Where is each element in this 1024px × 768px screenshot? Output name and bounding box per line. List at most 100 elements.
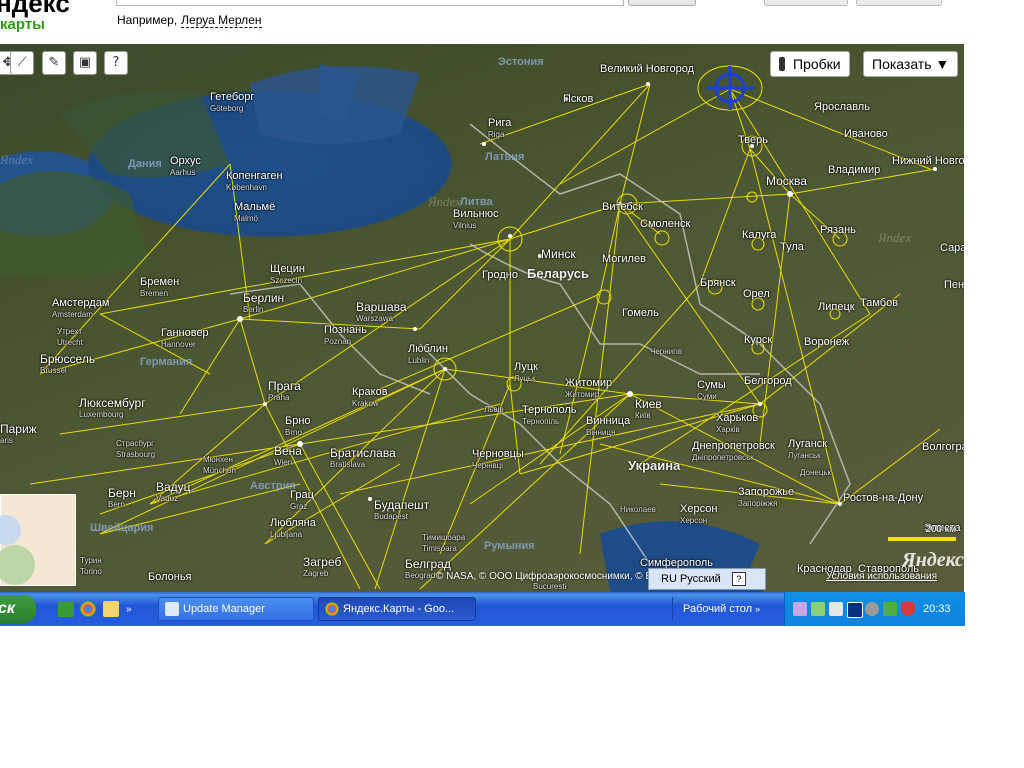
city-label[interactable]: Ростов-на-Дону: [843, 493, 923, 504]
city-label[interactable]: Черновцы Чернівці: [472, 449, 524, 471]
city-label[interactable]: Минск: [541, 248, 576, 260]
city-label[interactable]: Белгород: [744, 376, 792, 387]
city-label[interactable]: Пенза: [944, 280, 964, 291]
task-update-manager[interactable]: Update Manager: [158, 597, 314, 621]
example-link[interactable]: Леруа Мерлен: [181, 13, 262, 28]
city-label[interactable]: Орхус Aarhus: [170, 156, 201, 178]
chrome-icon[interactable]: [80, 601, 96, 617]
city-label[interactable]: Копенгаген København: [226, 171, 283, 193]
city-label[interactable]: Сумы Суми: [697, 380, 726, 402]
city-label[interactable]: Бремен Bremen: [140, 277, 179, 299]
city-label[interactable]: Житомир Житомир: [565, 378, 612, 400]
city-label[interactable]: Мальмё Malmö: [234, 202, 275, 224]
city-label[interactable]: Любляна Ljubljana: [270, 518, 316, 540]
city-label[interactable]: Волгоград: [922, 442, 964, 453]
city-label[interactable]: Днепропетровск Дніпропетровськ: [692, 441, 775, 463]
terms-link[interactable]: Условия использования: [826, 571, 937, 582]
city-label[interactable]: Ганновер Hannover: [161, 328, 209, 350]
overview-minimap[interactable]: [0, 494, 76, 586]
city-label[interactable]: Москва: [766, 175, 807, 187]
city-label[interactable]: Львів: [484, 404, 504, 415]
target-marker[interactable]: [697, 65, 763, 111]
folder-icon[interactable]: [103, 601, 119, 617]
traffic-button[interactable]: Пробки: [770, 51, 850, 77]
city-label[interactable]: Париж aris: [0, 423, 37, 446]
city-label[interactable]: Мюнхен München: [203, 454, 236, 476]
city-label[interactable]: Чернигів: [650, 346, 682, 357]
city-label[interactable]: Донецьк: [800, 467, 831, 478]
city-label[interactable]: Амстердам Amsterdam: [52, 298, 109, 320]
ruler-button[interactable]: ⟋: [10, 51, 34, 75]
tray-icon-3[interactable]: [829, 602, 843, 616]
header-button-2[interactable]: [856, 0, 942, 6]
city-label[interactable]: Тула: [780, 242, 804, 253]
city-label[interactable]: Варшава Warszawa: [356, 301, 407, 324]
city-label[interactable]: Берлин Berlin: [243, 292, 284, 315]
city-label[interactable]: Смоленск: [640, 219, 690, 230]
lang-help-icon[interactable]: ?: [731, 572, 746, 586]
help-button[interactable]: ?: [104, 51, 128, 75]
tray-icon-5[interactable]: [865, 602, 879, 616]
search-button[interactable]: [628, 0, 696, 6]
city-label[interactable]: Витебск: [602, 202, 643, 213]
city-label[interactable]: Грац Graz: [290, 490, 314, 512]
city-label[interactable]: Болонья: [148, 572, 192, 583]
network-icon[interactable]: [811, 602, 825, 616]
task-yandex-maps[interactable]: Яндекс.Карты - Goo...: [318, 597, 476, 621]
city-label[interactable]: Липецк: [818, 302, 855, 313]
city-label[interactable]: Загреб Zagreb: [303, 556, 341, 579]
city-label[interactable]: Иваново: [844, 129, 888, 140]
city-label[interactable]: Турин Torino: [80, 555, 102, 577]
city-label[interactable]: Орел: [743, 289, 770, 300]
desktop-toolbar[interactable]: Рабочий стол »: [672, 597, 793, 621]
city-label[interactable]: Берн Bern: [108, 487, 136, 510]
city-label[interactable]: Вадуц Vaduz: [156, 481, 191, 504]
city-label[interactable]: Великий Новгород: [600, 64, 694, 75]
antivirus-shield-icon[interactable]: [901, 602, 915, 616]
map-view[interactable]: Эстония Латвия Литва Дания Германия Авст…: [0, 44, 964, 592]
tray-app-icon[interactable]: [793, 602, 807, 616]
quicklaunch-app-icon[interactable]: [58, 601, 74, 617]
city-label[interactable]: Тернополь Тернопіль: [522, 405, 577, 427]
city-label[interactable]: Тимишоара Timisoara: [422, 532, 465, 554]
city-label[interactable]: Нижний Новго: [892, 156, 964, 167]
city-label[interactable]: Познань Poznan: [324, 325, 367, 347]
tray-icon-6[interactable]: [883, 602, 897, 616]
city-label[interactable]: Воронеж: [804, 337, 849, 348]
city-label[interactable]: Винница Вінниця: [586, 416, 630, 438]
city-label[interactable]: Рязань: [820, 225, 856, 236]
city-label[interactable]: Братислава Bratislava: [330, 447, 396, 470]
city-label[interactable]: Гетеборг Göteborg: [210, 92, 254, 114]
city-label[interactable]: Вена Wien: [274, 445, 302, 468]
city-label[interactable]: Рига Riga: [488, 118, 511, 140]
city-label[interactable]: Будапешт Budapest: [374, 499, 429, 522]
city-label[interactable]: Брно Brno: [285, 416, 311, 438]
start-button[interactable]: ск: [0, 595, 36, 623]
city-label[interactable]: Утрехт Utrecht: [57, 326, 83, 348]
city-label[interactable]: Bucuresti: [533, 581, 566, 592]
city-label[interactable]: Брюссель Brussel: [40, 353, 95, 376]
city-label[interactable]: Вильнюс Vilnius: [453, 209, 498, 231]
city-label[interactable]: Владимир: [828, 165, 880, 176]
city-label[interactable]: Брянск: [700, 278, 736, 289]
city-label[interactable]: Запорожье Запоріжжя: [738, 487, 794, 509]
city-label[interactable]: Псков: [563, 94, 593, 105]
show-layers-button[interactable]: Показать ▼: [863, 51, 959, 77]
city-label[interactable]: Херсон Херсон: [680, 504, 717, 526]
city-label[interactable]: Саратов: [940, 243, 964, 254]
clock[interactable]: 20:33: [923, 592, 951, 626]
maps-logo-label[interactable]: карты: [0, 16, 45, 33]
city-label[interactable]: Могилев: [602, 254, 646, 265]
expand-icon[interactable]: »: [126, 604, 138, 615]
route-button[interactable]: ✎: [42, 51, 66, 75]
city-label[interactable]: Прага Praha: [268, 380, 301, 403]
header-button-1[interactable]: [764, 0, 848, 6]
city-label[interactable]: Луцк Луцьк: [514, 362, 538, 384]
city-label[interactable]: Краков Krakow: [352, 387, 388, 409]
language-bar[interactable]: RU Русский ?: [648, 568, 766, 590]
city-label[interactable]: Харьков Харків: [716, 413, 758, 435]
city-label[interactable]: Луганск Луганськ: [788, 439, 827, 461]
city-label[interactable]: Тамбов: [860, 298, 898, 309]
city-label[interactable]: Ярославль: [814, 102, 870, 113]
city-label[interactable]: Николаев: [620, 504, 656, 515]
